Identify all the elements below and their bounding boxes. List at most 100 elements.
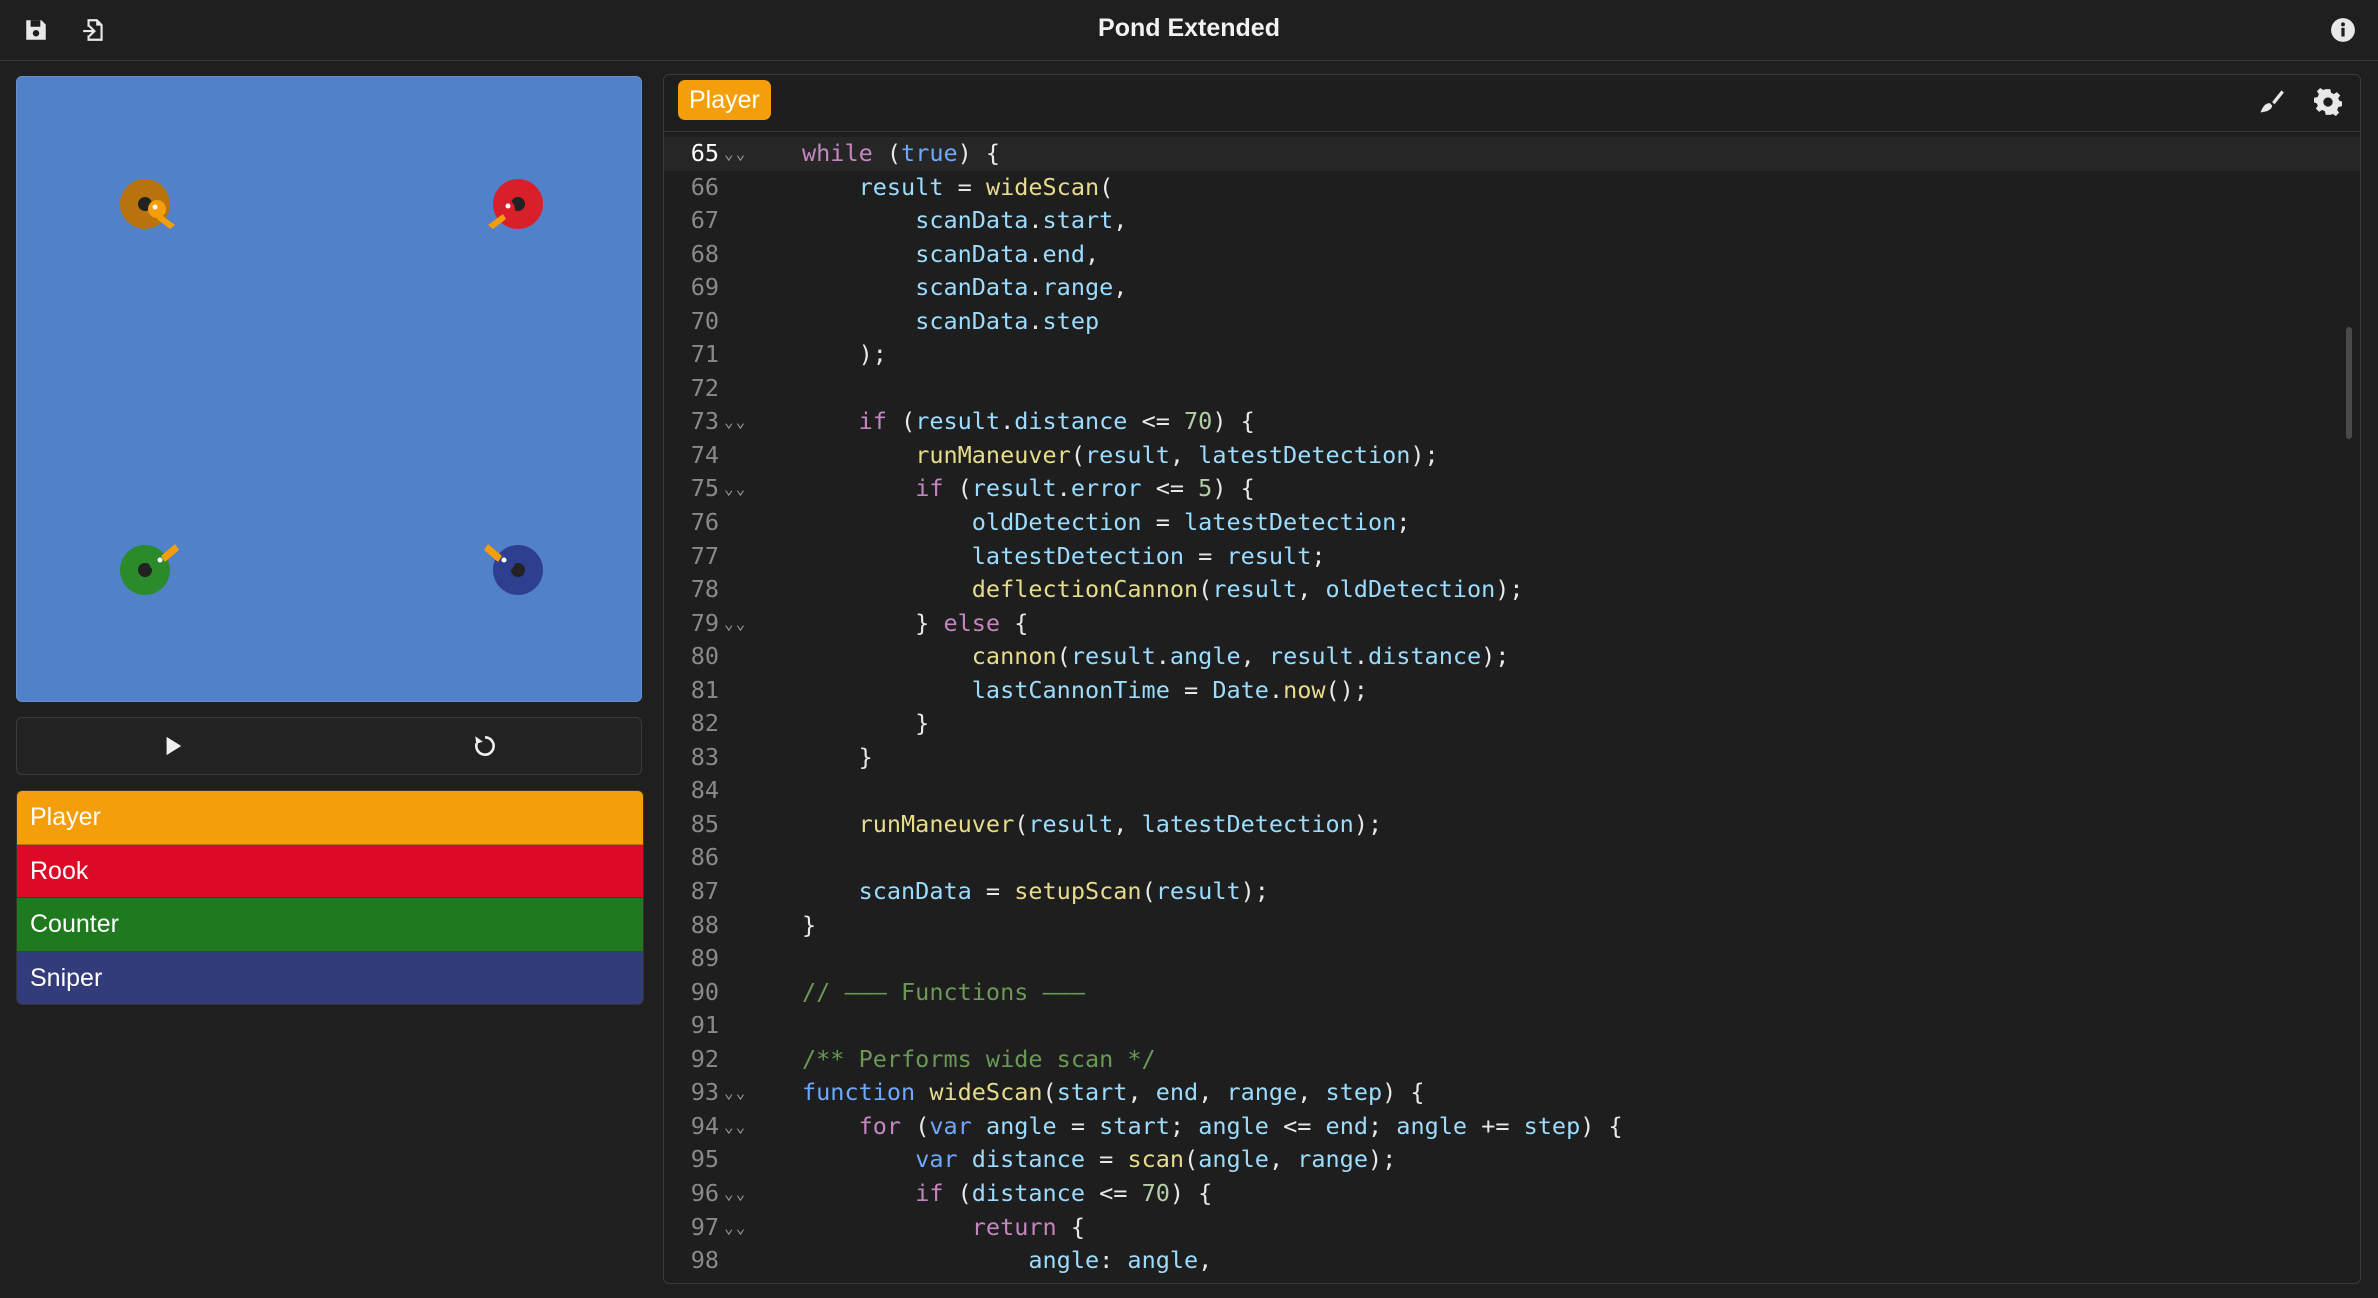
fold-chevron-icon[interactable]: ⌄⌄ <box>724 137 747 171</box>
code-line[interactable]: 84 <box>664 774 2360 808</box>
gear-icon[interactable] <box>2311 85 2345 119</box>
code-text: scanData.start, <box>915 206 1128 235</box>
line-number: 70 <box>690 306 719 335</box>
code-text: function wideScan(start, end, range, ste… <box>802 1078 1425 1107</box>
line-number: 92 <box>690 1044 719 1073</box>
code-line[interactable]: 69 scanData.range, <box>664 271 2360 305</box>
line-number: 75 <box>690 474 719 503</box>
line-number: 73 <box>690 407 719 436</box>
code-line[interactable]: 85 runManeuver(result, latestDetection); <box>664 808 2360 842</box>
code-line[interactable]: 93 ⌄⌄ function wideScan(start, end, range,… <box>664 1076 2360 1110</box>
code-line[interactable]: 86 <box>664 841 2360 875</box>
code-line[interactable]: 77 latestDetection = result; <box>664 540 2360 574</box>
code-text: var distance = scan(angle, range); <box>915 1145 1397 1174</box>
editor-header: Player <box>664 75 2360 132</box>
line-number: 72 <box>690 373 719 402</box>
line-number: 93 <box>690 1078 719 1107</box>
line-number: 79 <box>690 608 719 637</box>
code-text: lastCannonTime = Date.now(); <box>971 675 1368 704</box>
fold-chevron-icon[interactable]: ⌄⌄ <box>724 607 747 641</box>
code-line[interactable]: 95 var distance = scan(angle, range); <box>664 1143 2360 1177</box>
line-number: 89 <box>690 944 719 973</box>
reset-button[interactable] <box>329 718 641 774</box>
line-number: 82 <box>690 709 719 738</box>
code-line[interactable]: 71 ); <box>664 338 2360 372</box>
duck-roster: Player Rook Counter Sniper <box>16 790 644 1005</box>
line-number: 98 <box>690 1246 719 1275</box>
code-line[interactable]: 79 ⌄⌄ } else { <box>664 607 2360 641</box>
app-title: Pond Extended <box>1098 14 1280 42</box>
code-line[interactable]: 68 scanData.end, <box>664 238 2360 272</box>
code-line[interactable]: 80 cannon(result.angle, result.distance)… <box>664 640 2360 674</box>
code-area[interactable]: 65 ⌄⌄ while (true) {66 result = wideScan(6… <box>664 137 2360 1278</box>
fold-chevron-icon[interactable]: ⌄⌄ <box>724 1110 747 1144</box>
code-text: runManeuver(result, latestDetection); <box>915 440 1439 469</box>
code-line[interactable]: 75 ⌄⌄ if (result.error <= 5) { <box>664 472 2360 506</box>
info-icon[interactable] <box>2327 14 2359 46</box>
code-text: for (var angle = start; angle <= end; an… <box>858 1111 1623 1140</box>
code-line[interactable]: 70 scanData.step <box>664 305 2360 339</box>
brush-icon[interactable] <box>2254 85 2288 119</box>
code-line[interactable]: 65 ⌄⌄ while (true) { <box>664 137 2360 171</box>
code-text: return { <box>971 1212 1085 1241</box>
line-number: 71 <box>690 340 719 369</box>
line-number: 81 <box>690 675 719 704</box>
fold-chevron-icon[interactable]: ⌄⌄ <box>724 472 747 506</box>
code-line[interactable]: 98 angle: angle, <box>664 1244 2360 1278</box>
code-text: } <box>802 910 817 939</box>
code-text: ); <box>802 340 887 369</box>
code-text: /** Performs wide scan */ <box>802 1044 1156 1073</box>
fold-chevron-icon[interactable]: ⌄⌄ <box>724 1076 747 1110</box>
roster-item-counter[interactable]: Counter <box>17 898 643 952</box>
play-button[interactable] <box>17 718 329 774</box>
line-number: 67 <box>690 206 719 235</box>
code-line[interactable]: 73 ⌄⌄ if (result.distance <= 70) { <box>664 405 2360 439</box>
code-line[interactable]: 87 scanData = setupScan(result); <box>664 875 2360 909</box>
code-line[interactable]: 90 // ——— Functions ——— <box>664 976 2360 1010</box>
code-text: // ——— Functions ——— <box>802 977 1085 1006</box>
playback-controls <box>16 717 642 775</box>
code-line[interactable]: 88} <box>664 909 2360 943</box>
code-line[interactable]: 67 scanData.start, <box>664 204 2360 238</box>
code-editor: Player 65 ⌄⌄ while (true) {66 result = wid… <box>663 74 2361 1284</box>
line-number: 76 <box>690 508 719 537</box>
reset-icon <box>475 736 495 756</box>
fold-chevron-icon[interactable]: ⌄⌄ <box>724 1211 747 1245</box>
roster-item-sniper[interactable]: Sniper <box>17 951 643 1004</box>
line-number: 90 <box>690 977 719 1006</box>
code-text: } else { <box>802 608 1029 637</box>
fold-chevron-icon[interactable]: ⌄⌄ <box>724 1177 747 1211</box>
code-line[interactable]: 81 lastCannonTime = Date.now(); <box>664 674 2360 708</box>
code-text: scanData = setupScan(result); <box>858 877 1269 906</box>
code-line[interactable]: 76 oldDetection = latestDetection; <box>664 506 2360 540</box>
editor-scrollbar[interactable] <box>2346 327 2352 439</box>
line-number: 91 <box>690 1011 719 1040</box>
code-line[interactable]: 66 result = wideScan( <box>664 171 2360 205</box>
code-text: if (result.error <= 5) { <box>915 474 1255 503</box>
top-bar: Pond Extended <box>0 0 2378 61</box>
duck-sniper <box>484 544 543 595</box>
code-line[interactable]: 82 } <box>664 707 2360 741</box>
code-line[interactable]: 72 <box>664 372 2360 406</box>
code-text: deflectionCannon(result, oldDetection); <box>971 575 1524 604</box>
code-text: scanData.end, <box>915 239 1100 268</box>
code-line[interactable]: 74 runManeuver(result, latestDetection); <box>664 439 2360 473</box>
code-line[interactable]: 89 <box>664 942 2360 976</box>
code-line[interactable]: 92 /** Performs wide scan */ <box>664 1043 2360 1077</box>
roster-item-player[interactable]: Player <box>17 791 643 845</box>
line-number: 97 <box>690 1212 719 1241</box>
code-line[interactable]: 83 } <box>664 741 2360 775</box>
code-text: } <box>802 742 873 771</box>
code-line[interactable]: 96 ⌄⌄ if (distance <= 70) { <box>664 1177 2360 1211</box>
code-text: scanData.step <box>915 306 1100 335</box>
code-text: } <box>802 709 930 738</box>
roster-item-rook[interactable]: Rook <box>17 844 643 898</box>
tab-player[interactable]: Player <box>678 80 771 120</box>
code-line[interactable]: 97 ⌄⌄ return { <box>664 1211 2360 1245</box>
code-line[interactable]: 78 deflectionCannon(result, oldDetection… <box>664 573 2360 607</box>
line-number: 94 <box>690 1111 719 1140</box>
code-line[interactable]: 94 ⌄⌄ for (var angle = start; angle <= en… <box>664 1110 2360 1144</box>
code-text: cannon(result.angle, result.distance); <box>971 642 1510 671</box>
code-line[interactable]: 91 <box>664 1009 2360 1043</box>
fold-chevron-icon[interactable]: ⌄⌄ <box>724 405 747 439</box>
